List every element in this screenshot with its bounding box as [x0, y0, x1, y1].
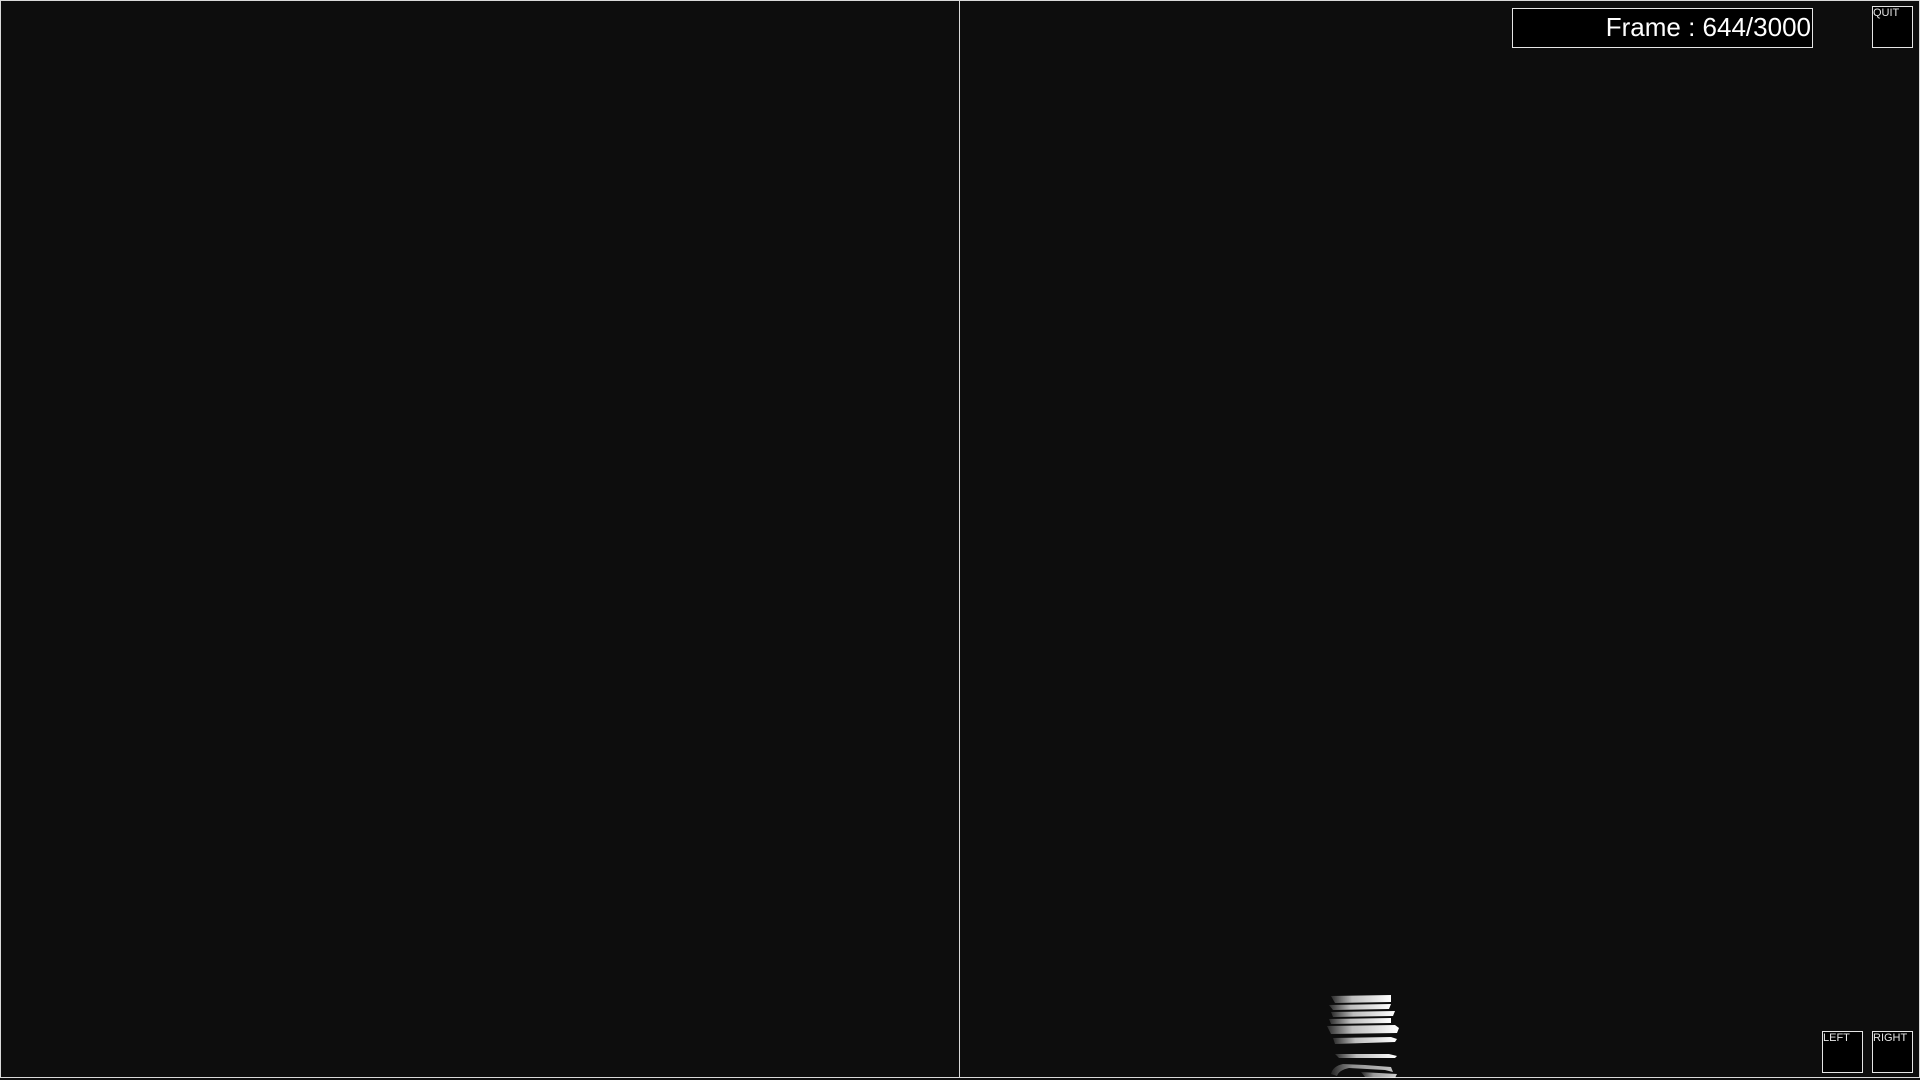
depth-scan-shape: [1327, 995, 1399, 1078]
right-view-panel: [959, 0, 1920, 1078]
quit-button[interactable]: QUIT: [1872, 6, 1913, 48]
left-view-panel: [0, 0, 960, 1078]
quit-button-label: QUIT: [1873, 7, 1900, 19]
right-button-label: RIGHT: [1873, 1032, 1908, 1044]
frame-counter-label: Frame : 644/3000: [1605, 12, 1811, 42]
left-button-label: LEFT: [1823, 1032, 1850, 1044]
left-button[interactable]: LEFT: [1822, 1031, 1863, 1073]
frame-counter: Frame : 644/3000: [1512, 8, 1813, 48]
right-button[interactable]: RIGHT: [1872, 1031, 1913, 1073]
